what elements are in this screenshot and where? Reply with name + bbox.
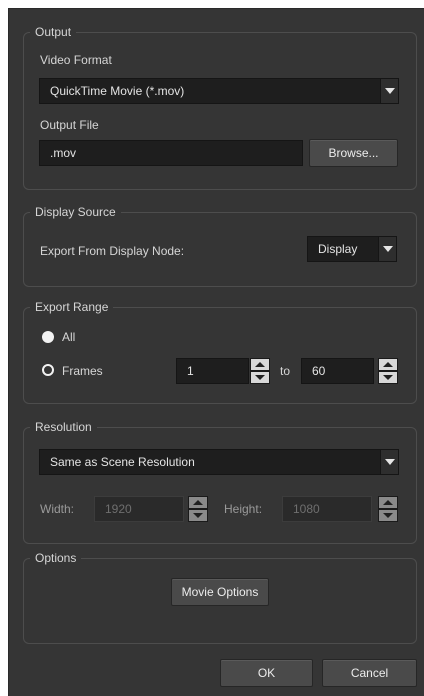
options-group: Options Movie Options <box>23 551 417 644</box>
to-label: to <box>280 364 291 378</box>
height-stepper[interactable] <box>378 496 398 522</box>
height-value: 1080 <box>293 502 320 516</box>
radio-frames-label: Frames <box>62 364 103 378</box>
display-source-group-title: Display Source <box>30 205 121 219</box>
video-format-value: QuickTime Movie (*.mov) <box>50 84 185 98</box>
cancel-button[interactable]: Cancel <box>322 659 417 687</box>
width-label: Width: <box>40 502 75 516</box>
export-range-group-title: Export Range <box>30 300 114 314</box>
stepper-down-icon[interactable] <box>188 509 208 522</box>
resolution-group: Resolution Same as Scene Resolution Widt… <box>23 420 417 544</box>
resolution-group-title: Resolution <box>30 420 97 434</box>
stepper-down-icon[interactable] <box>378 509 398 522</box>
frames-to-stepper[interactable] <box>378 358 398 384</box>
chevron-down-icon[interactable] <box>380 450 398 474</box>
height-input[interactable]: 1080 <box>282 496 372 522</box>
export-range-group: Export Range All Frames 1 to 60 <box>23 300 417 404</box>
stepper-up-icon[interactable] <box>378 358 398 371</box>
movie-options-button[interactable]: Movie Options <box>171 578 269 606</box>
chevron-down-icon[interactable] <box>378 237 396 261</box>
video-format-dropdown[interactable]: QuickTime Movie (*.mov) <box>39 78 399 104</box>
frames-from-stepper[interactable] <box>250 358 270 384</box>
display-node-value: Display <box>318 242 358 256</box>
output-file-label: Output File <box>40 118 99 132</box>
browse-button[interactable]: Browse... <box>309 139 398 167</box>
export-from-display-node-label: Export From Display Node: <box>40 244 185 258</box>
width-input[interactable]: 1920 <box>94 496 184 522</box>
output-group: Output Video Format QuickTime Movie (*.m… <box>23 25 417 190</box>
output-file-input[interactable]: .mov <box>39 140 303 166</box>
width-stepper[interactable] <box>188 496 208 522</box>
radio-all-label: All <box>62 330 76 344</box>
resolution-dropdown[interactable]: Same as Scene Resolution <box>39 449 399 475</box>
video-format-label: Video Format <box>40 53 112 67</box>
radio-all[interactable] <box>42 331 54 343</box>
chevron-down-icon[interactable] <box>380 79 398 103</box>
stepper-up-icon[interactable] <box>378 496 398 509</box>
radio-frames[interactable] <box>42 364 54 376</box>
options-group-title: Options <box>30 551 82 565</box>
output-file-value: .mov <box>50 146 77 160</box>
stepper-up-icon[interactable] <box>250 358 270 371</box>
stepper-down-icon[interactable] <box>378 371 398 384</box>
stepper-up-icon[interactable] <box>188 496 208 509</box>
frames-from-input[interactable]: 1 <box>176 358 249 384</box>
frames-to-value: 60 <box>312 364 326 378</box>
display-node-dropdown[interactable]: Display <box>307 236 397 262</box>
output-group-title: Output <box>30 25 77 39</box>
height-label: Height: <box>224 502 263 516</box>
stepper-down-icon[interactable] <box>250 371 270 384</box>
width-value: 1920 <box>105 502 132 516</box>
frames-from-value: 1 <box>187 364 194 378</box>
resolution-value: Same as Scene Resolution <box>50 455 195 469</box>
ok-button[interactable]: OK <box>220 659 313 687</box>
export-movie-dialog: Output Video Format QuickTime Movie (*.m… <box>8 8 424 696</box>
display-source-group: Display Source Export From Display Node:… <box>23 205 417 287</box>
frames-to-input[interactable]: 60 <box>301 358 374 384</box>
